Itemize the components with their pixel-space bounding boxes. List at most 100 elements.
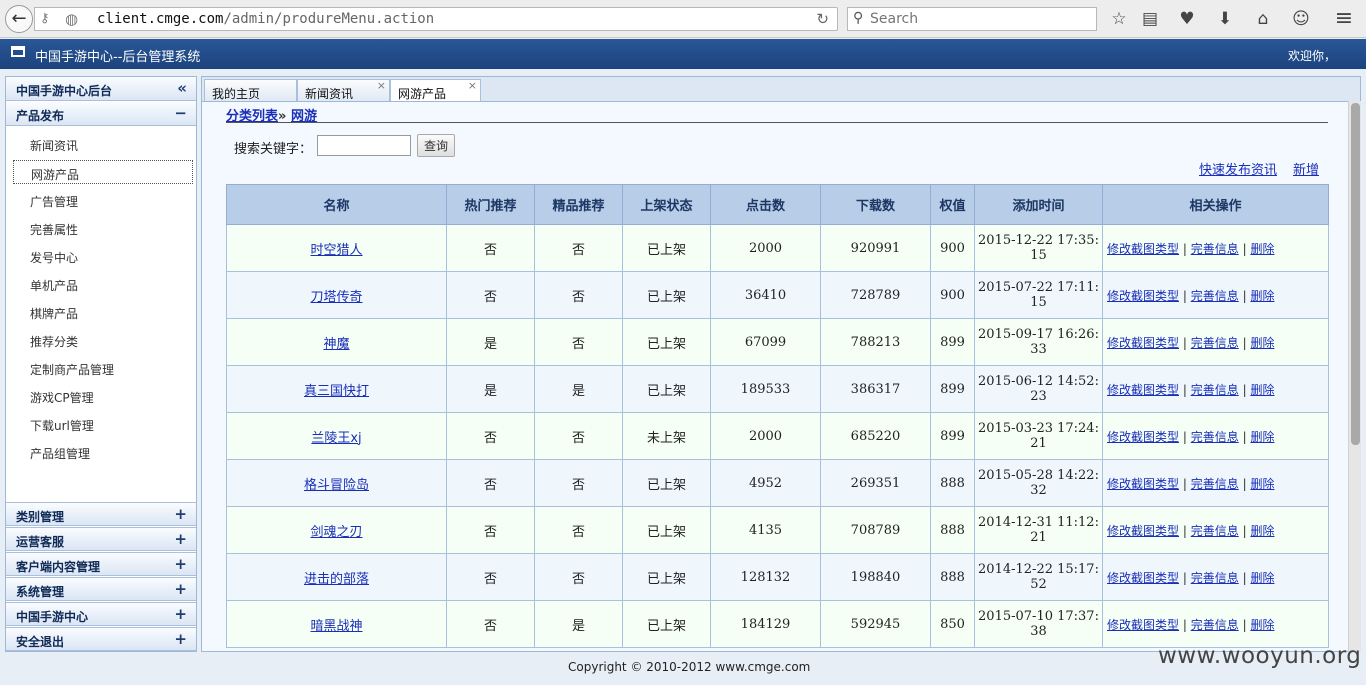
product-name-link[interactable]: 暗黑战神 [310,619,362,634]
sidebar-item[interactable]: 棋牌产品 [13,300,193,324]
product-name-link[interactable]: 剑魂之刃 [310,525,362,540]
delete-link[interactable]: 删除 [1250,430,1274,444]
sidebar-item[interactable]: 广告管理 [13,188,193,212]
close-tab-icon[interactable]: × [377,79,386,92]
complete-info-link[interactable]: 完善信息 [1191,289,1239,303]
sidebar-item[interactable]: 下载url管理 [13,412,193,436]
expand-icon[interactable]: + [174,605,187,623]
product-name-link[interactable]: 兰陵王xj [311,431,361,446]
delete-link[interactable]: 删除 [1250,524,1274,538]
table-cell: 真三国快打 [226,365,447,413]
product-name-link[interactable]: 真三国快打 [304,384,369,399]
sidebar-item[interactable]: 定制商产品管理 [13,356,193,380]
address-bar[interactable]: ⚷ ◍ client.cmge.com/admin/produreMenu.ac… [34,7,838,31]
edit-screenshot-type-link[interactable]: 修改截图类型 [1107,289,1179,303]
complete-info-link[interactable]: 完善信息 [1191,383,1239,397]
table-cell: 4135 [710,506,821,554]
delete-link[interactable]: 删除 [1250,289,1274,303]
sidebar-section[interactable]: 中国手游中心 + [6,602,196,626]
edit-screenshot-type-link[interactable]: 修改截图类型 [1107,383,1179,397]
tab[interactable]: 网游产品 × [390,79,481,103]
product-name-link[interactable]: 时空猎人 [310,243,362,258]
product-name-link[interactable]: 格斗冒险岛 [304,478,369,493]
delete-link[interactable]: 删除 [1250,571,1274,585]
sidebar-section[interactable]: 系统管理 + [6,577,196,601]
complete-info-link[interactable]: 完善信息 [1191,618,1239,632]
complete-info-link[interactable]: 完善信息 [1191,477,1239,491]
table-row: 神魔 是否已上架 67099 788213 899 2015-09-17 16:26:33… [226,318,1329,366]
edit-screenshot-type-link[interactable]: 修改截图类型 [1107,618,1179,632]
close-tab-icon[interactable]: × [468,79,477,92]
table-cell: 否 [534,459,623,507]
sidebar-item[interactable]: 游戏CP管理 [13,384,193,408]
complete-info-link[interactable]: 完善信息 [1191,242,1239,256]
action-separator: | [1242,476,1247,491]
collapse-sidebar-icon[interactable]: « [177,79,187,97]
breadcrumb-divider [226,122,1328,123]
edit-screenshot-type-link[interactable]: 修改截图类型 [1107,336,1179,350]
chat-icon[interactable]: ☺ [1290,8,1312,30]
home-icon[interactable]: ⌂ [1252,8,1274,30]
sidebar-section[interactable]: 客户端内容管理 + [6,552,196,576]
edit-screenshot-type-link[interactable]: 修改截图类型 [1107,242,1179,256]
delete-link[interactable]: 删除 [1250,477,1274,491]
tab[interactable]: 新闻资讯 × [297,79,390,102]
expand-icon[interactable]: + [174,580,187,598]
product-name-link[interactable]: 神魔 [323,337,349,352]
main-content: 分类列表» 网游 搜索关键字： 查询 快速发布资讯 新增 名称 热门推荐 精品推荐上… [201,101,1361,652]
collapse-icon[interactable]: − [174,104,187,122]
action-separator: | [1242,335,1247,350]
column-header: 添加时间 [974,184,1103,225]
expand-icon[interactable]: + [174,555,187,573]
url-text[interactable]: client.cmge.com/admin/produreMenu.action [97,11,434,27]
sidebar-section[interactable]: 类别管理 + [6,502,196,526]
quick-publish-link[interactable]: 快速发布资讯 [1199,159,1277,178]
browser-search-input[interactable] [870,10,1090,28]
bookmark-star-icon[interactable]: ☆ [1108,8,1130,30]
menu-icon[interactable]: ≡ [1333,8,1355,30]
product-name-link[interactable]: 刀塔传奇 [310,290,362,305]
complete-info-link[interactable]: 完善信息 [1191,430,1239,444]
expand-icon[interactable]: + [174,505,187,523]
column-header: 名称 [226,184,447,225]
sidebar-item[interactable]: 单机产品 [13,272,193,296]
scrollbar-thumb[interactable] [1351,103,1360,445]
edit-screenshot-type-link[interactable]: 修改截图类型 [1107,571,1179,585]
reading-list-icon[interactable]: ▤ [1139,8,1161,30]
keyword-search-input[interactable] [317,135,411,156]
product-name-link[interactable]: 进击的部落 [304,572,369,587]
edit-screenshot-type-link[interactable]: 修改截图类型 [1107,477,1179,491]
browser-search-box[interactable]: ⚲ [847,7,1097,31]
sidebar-item[interactable]: 推荐分类 [13,328,193,352]
sidebar-item[interactable]: 新闻资讯 [13,132,193,156]
edit-screenshot-type-link[interactable]: 修改截图类型 [1107,430,1179,444]
sidebar-item[interactable]: 产品组管理 [13,440,193,464]
expand-icon[interactable]: + [174,530,187,548]
sidebar-item[interactable]: 完善属性 [13,216,193,240]
expand-icon[interactable]: + [174,630,187,648]
sidebar-item[interactable]: 发号中心 [13,244,193,268]
url-host: client.cmge.com [97,11,224,27]
content-scrollbar[interactable] [1348,101,1361,652]
action-separator: | [1182,523,1187,538]
delete-link[interactable]: 删除 [1250,336,1274,350]
identity-icon[interactable]: ⚷ [40,11,50,26]
back-icon[interactable]: ← [5,5,33,33]
sidebar-section-product-publish[interactable]: 产品发布 − [6,102,196,126]
tab[interactable]: 我的主页 [204,79,297,102]
reload-icon[interactable]: ↻ [816,10,829,28]
pocket-icon[interactable]: ♥ [1176,8,1198,30]
complete-info-link[interactable]: 完善信息 [1191,524,1239,538]
sidebar-section[interactable]: 安全退出 + [6,627,196,651]
delete-link[interactable]: 删除 [1250,618,1274,632]
query-button[interactable]: 查询 [417,134,455,157]
delete-link[interactable]: 删除 [1250,383,1274,397]
complete-info-link[interactable]: 完善信息 [1191,336,1239,350]
delete-link[interactable]: 删除 [1250,242,1274,256]
add-new-link[interactable]: 新增 [1293,159,1319,178]
sidebar-section[interactable]: 运营客服 + [6,527,196,551]
sidebar-item[interactable]: 网游产品 [13,160,193,184]
complete-info-link[interactable]: 完善信息 [1191,571,1239,585]
edit-screenshot-type-link[interactable]: 修改截图类型 [1107,524,1179,538]
download-icon[interactable]: ⬇ [1214,8,1236,30]
